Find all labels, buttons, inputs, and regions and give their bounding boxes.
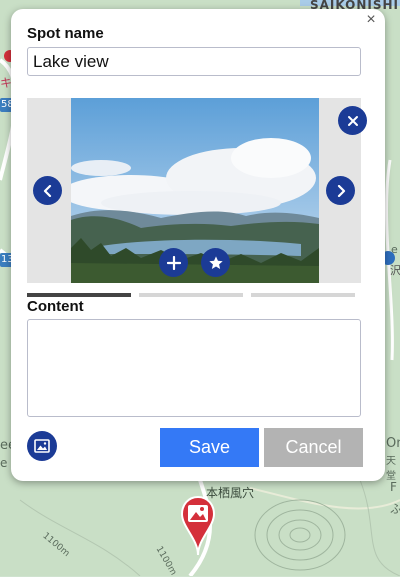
close-circle-icon (347, 115, 358, 126)
map-label-jp-small: 天堂 (386, 456, 396, 482)
photo-pin-icon (180, 495, 216, 556)
close-icon[interactable]: × (363, 12, 379, 28)
chevron-right-icon (337, 184, 345, 197)
lake-photo-image (71, 98, 319, 283)
chevron-left-icon (43, 184, 51, 197)
delete-photo-button[interactable] (338, 106, 367, 135)
map-label-fu: F (390, 480, 397, 494)
previous-photo-button[interactable] (33, 176, 62, 205)
content-textarea[interactable] (27, 319, 361, 417)
star-icon (208, 255, 223, 269)
tab-indicator-2[interactable] (139, 293, 243, 297)
spot-name-input[interactable] (27, 47, 361, 76)
map-label-fu2: ふ (390, 502, 400, 516)
map-label-jp-marsh: 沢 (390, 264, 400, 277)
map-label-om: Om (386, 436, 400, 451)
cancel-button[interactable]: Cancel (264, 428, 363, 467)
next-photo-button[interactable] (326, 176, 355, 205)
set-cover-photo-button[interactable] (201, 248, 230, 277)
photo-gallery (27, 98, 367, 283)
map-label-e2: e (0, 456, 8, 470)
spot-photo (71, 98, 319, 283)
image-icon (34, 439, 50, 453)
plus-icon (166, 255, 181, 270)
content-label: Content (27, 298, 84, 315)
image-picker-button[interactable] (27, 431, 57, 461)
spot-name-label: Spot name (27, 25, 104, 42)
map-label-e1: e (391, 243, 398, 256)
map-marker-pin[interactable] (180, 495, 216, 562)
tab-indicator-1[interactable] (27, 293, 131, 297)
spot-edit-dialog: × Spot name Lake view Content Save Cance… (11, 9, 385, 481)
tab-indicator-3[interactable] (251, 293, 355, 297)
save-button[interactable]: Save (160, 428, 259, 467)
add-photo-button[interactable] (159, 248, 188, 277)
